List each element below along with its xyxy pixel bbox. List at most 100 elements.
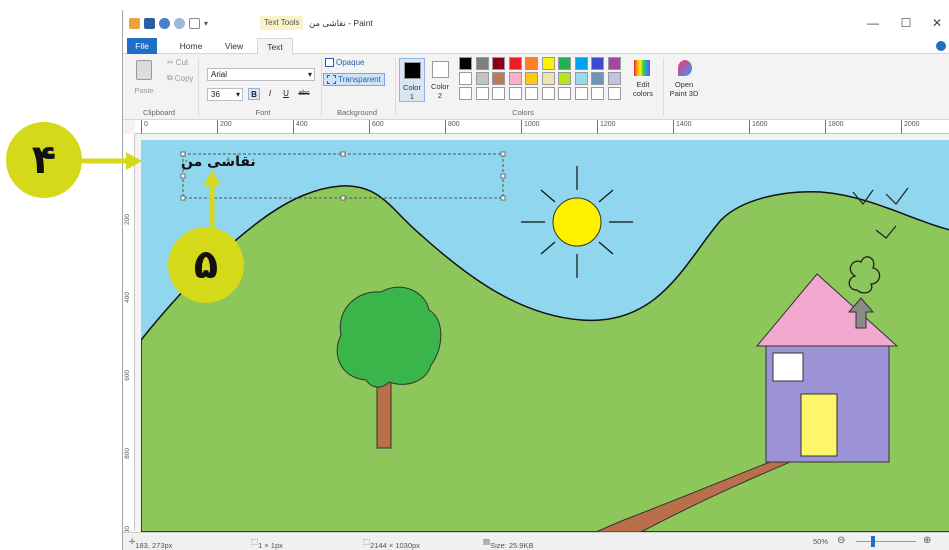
palette-swatch[interactable] <box>558 72 571 85</box>
palette-swatch[interactable] <box>607 57 621 70</box>
ruler-mark: 400 <box>293 120 308 134</box>
vertical-ruler: 2004006008001000 <box>123 134 135 540</box>
italic-button[interactable]: I <box>264 88 276 100</box>
cut-button[interactable]: ✂ Cut <box>167 58 188 67</box>
tab-home[interactable]: Home <box>173 38 209 54</box>
palette-swatch[interactable] <box>574 72 588 85</box>
palette-swatch[interactable] <box>475 72 489 85</box>
palette-swatch[interactable] <box>591 87 604 100</box>
arrow-5 <box>203 170 221 230</box>
palette-swatch[interactable] <box>459 72 472 85</box>
drawing <box>141 140 949 532</box>
save-icon[interactable] <box>144 18 155 29</box>
ruler-mark: 1000 <box>521 120 540 134</box>
underline-button[interactable]: U <box>280 88 292 100</box>
palette-swatch[interactable] <box>558 87 571 100</box>
edit-colors-button[interactable]: Edit colors <box>628 58 658 102</box>
ruler-mark: 200 <box>124 214 131 225</box>
zoom-slider-thumb[interactable] <box>871 536 875 547</box>
palette-swatch[interactable] <box>492 72 505 85</box>
scissors-icon: ✂ <box>167 58 174 67</box>
new-file-icon[interactable] <box>189 18 200 29</box>
callout-5: ۵ <box>168 227 244 303</box>
copy-button[interactable]: ⧉ Copy <box>167 73 193 83</box>
redo-icon[interactable] <box>174 18 185 29</box>
palette-swatch[interactable] <box>459 87 472 100</box>
palette-swatch[interactable] <box>574 87 588 100</box>
background-group-label: Background <box>336 108 378 117</box>
colors-group-label: Colors <box>512 108 534 117</box>
arrow-4 <box>80 152 142 170</box>
palette-swatch[interactable] <box>475 57 489 70</box>
transparent-label: Transparent <box>338 75 381 84</box>
paste-button[interactable]: Paste <box>133 58 155 102</box>
maximize-button[interactable]: ☐ <box>898 16 914 30</box>
palette-swatch[interactable] <box>508 57 522 70</box>
palette-swatch[interactable] <box>525 72 538 85</box>
tab-view[interactable]: View <box>219 38 249 54</box>
palette-swatch[interactable] <box>492 57 505 70</box>
palette-swatch[interactable] <box>591 57 604 70</box>
palette-swatch[interactable] <box>492 87 505 100</box>
cursor-position: ✛ 183, 273px <box>129 537 173 550</box>
palette-swatch[interactable] <box>541 87 555 100</box>
minimize-button[interactable]: — <box>865 16 881 30</box>
image-size-value: 2144 × 1030px <box>370 541 420 550</box>
ruler-mark: 200 <box>217 120 232 134</box>
opaque-button[interactable]: Opaque <box>325 58 364 67</box>
zoom-in-button[interactable]: ⊕ <box>923 535 931 546</box>
paint-window: ▾ Text Tools نقاشی من - Paint — ☐ ✕ File… <box>122 10 949 550</box>
palette-swatch[interactable] <box>541 57 555 70</box>
palette-swatch[interactable] <box>574 57 588 70</box>
color2-button[interactable]: Color 2 <box>428 58 454 102</box>
selection-size: ⬚ 1 × 1px <box>251 537 283 550</box>
font-size-select[interactable]: 36 ▾ <box>207 88 243 101</box>
zoom-out-button[interactable]: ⊖ <box>837 535 845 546</box>
palette-swatch[interactable] <box>525 87 538 100</box>
color-palette <box>459 57 629 103</box>
horizontal-ruler: 0 200 400 600 800 1000 1200 1400 1600 1800 2000 <box>135 120 949 134</box>
color1-swatch <box>404 62 421 79</box>
palette-swatch[interactable] <box>541 72 555 85</box>
palette-swatch[interactable] <box>558 57 571 70</box>
undo-icon[interactable] <box>159 18 170 29</box>
quick-access-toolbar: ▾ <box>129 18 208 29</box>
ruler-mark: 600 <box>369 120 384 134</box>
palette-swatch[interactable] <box>591 72 604 85</box>
help-icon[interactable] <box>936 41 946 51</box>
font-size-value: 36 <box>211 90 220 99</box>
transparent-button[interactable]: Transparent <box>323 73 385 86</box>
zoom-slider[interactable] <box>856 541 916 542</box>
opaque-icon <box>325 58 334 67</box>
palette-swatch[interactable] <box>508 72 522 85</box>
palette-swatch[interactable] <box>607 72 621 85</box>
open-paint3d-button[interactable]: Open Paint 3D <box>666 58 702 102</box>
ruler-mark: 800 <box>124 448 131 459</box>
paint3d-label: Open Paint 3D <box>669 80 699 98</box>
tab-file[interactable]: File <box>127 38 157 54</box>
customize-qat-icon[interactable]: ▾ <box>204 19 208 28</box>
palette-swatch[interactable] <box>459 57 472 70</box>
tab-text[interactable]: Text <box>257 38 293 55</box>
palette-swatch[interactable] <box>475 87 489 100</box>
strikethrough-button[interactable]: abc <box>296 88 312 100</box>
copy-label: Copy <box>174 73 194 83</box>
divider <box>395 58 396 116</box>
ruler-mark: 400 <box>124 292 131 303</box>
ruler-mark: 800 <box>445 120 460 134</box>
paint-app-icon[interactable] <box>129 18 140 29</box>
font-family-select[interactable]: Arial ▾ <box>207 68 315 81</box>
opaque-label: Opaque <box>336 58 365 67</box>
selection-size-value: 1 × 1px <box>258 541 283 550</box>
palette-swatch[interactable] <box>508 87 522 100</box>
palette-swatch[interactable] <box>607 87 621 100</box>
divider <box>321 58 322 116</box>
drawing-canvas[interactable]: نقاشی من <box>141 140 949 532</box>
color1-button[interactable]: Color 1 <box>399 58 425 102</box>
callout-4: ۴ <box>6 122 82 198</box>
canvas-text[interactable]: نقاشی من <box>181 154 256 170</box>
palette-swatch[interactable] <box>525 57 538 70</box>
bold-button[interactable]: B <box>248 88 260 100</box>
chevron-down-icon: ▾ <box>235 90 240 99</box>
close-button[interactable]: ✕ <box>929 16 945 30</box>
